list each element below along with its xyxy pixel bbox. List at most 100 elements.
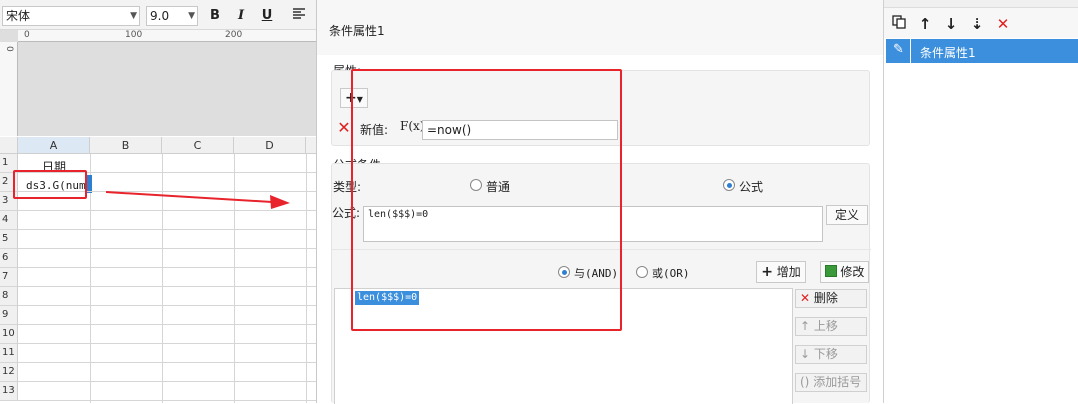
row-header[interactable]: 2: [0, 173, 18, 192]
column-header-a[interactable]: A: [18, 137, 90, 154]
grid-divider: [18, 305, 316, 306]
delete-condition-label: 删除: [813, 291, 838, 305]
chevron-down-icon: ▼: [356, 95, 363, 104]
conditions-toolbar: ↑ ↓ ⇣ ✕: [884, 8, 1078, 38]
logic-option-and[interactable]: 与(AND): [574, 265, 618, 281]
font-name-select[interactable]: 宋体 ▼: [2, 6, 140, 26]
annotation-arrow: [105, 191, 290, 209]
modify-condition-label: 修改: [840, 265, 865, 279]
grid-divider: [18, 381, 316, 382]
logic-radio-or[interactable]: [636, 266, 648, 278]
condition-list-item[interactable]: len($$$)=0: [355, 291, 420, 305]
vertical-ruler: 0: [0, 42, 18, 136]
row-header[interactable]: 12: [0, 363, 18, 382]
add-bracket-button[interactable]: () 添加括号: [795, 373, 867, 392]
new-value-field[interactable]: =now(): [422, 120, 618, 140]
arrow-down-icon: ↓: [800, 347, 811, 361]
row-header[interactable]: 10: [0, 325, 18, 344]
select-all-corner[interactable]: [0, 137, 18, 154]
define-button[interactable]: 定义: [826, 205, 868, 225]
formula-input[interactable]: len($$$)=0: [363, 206, 823, 242]
delete-condition-button[interactable]: ✕ 删除: [795, 289, 867, 308]
grid-divider: [18, 248, 316, 249]
column-header-e[interactable]: [306, 137, 316, 154]
grid-divider: [18, 324, 316, 325]
formula-fx-icon[interactable]: F(x): [400, 119, 424, 133]
dialog-title: 条件属性1: [329, 24, 385, 38]
column-header-c[interactable]: C: [162, 137, 234, 154]
row-header[interactable]: 13: [0, 382, 18, 401]
horizontal-ruler: 0 100 200: [18, 30, 316, 42]
condition-item-label: 条件属性1: [920, 46, 976, 60]
condition-attribute-dialog: 条件属性1 属性: +▼ ✕ 新值: F(x) =now() 公式条件 类型: …: [316, 0, 884, 404]
delete-property-icon[interactable]: ✕: [336, 119, 352, 137]
underline-button[interactable]: U: [258, 7, 276, 25]
bold-button[interactable]: B: [206, 7, 224, 25]
condition-item[interactable]: ✎ 条件属性1: [886, 39, 1078, 63]
condition-list[interactable]: len($$$)=0: [334, 288, 793, 404]
arrow-up-icon[interactable]: ↑: [916, 15, 934, 33]
type-radio-normal[interactable]: [470, 179, 482, 191]
font-name-value: 宋体: [6, 9, 31, 23]
move-down-label: 下移: [813, 347, 838, 361]
italic-button[interactable]: I: [232, 7, 250, 25]
arrow-down-icon[interactable]: ↓: [942, 15, 960, 33]
pencil-icon: ✎: [893, 42, 904, 57]
move-up-button[interactable]: ↑ 上移: [795, 317, 867, 336]
modify-condition-button[interactable]: 修改: [820, 261, 869, 283]
page-preview-area: 0 100 200 0: [0, 30, 316, 136]
row-header[interactable]: 3: [0, 192, 18, 211]
type-option-formula[interactable]: 公式: [739, 178, 763, 195]
align-left-icon[interactable]: [290, 7, 308, 25]
ruler-tick: 100: [125, 30, 143, 40]
logic-option-or[interactable]: 或(OR): [652, 265, 690, 281]
move-up-label: 上移: [813, 319, 838, 333]
arrow-up-icon: ↑: [800, 319, 811, 333]
chevron-down-icon: ▼: [130, 11, 137, 21]
divider: [332, 249, 871, 250]
logic-radio-and[interactable]: [558, 266, 570, 278]
type-label: 类型:: [333, 180, 362, 194]
type-option-normal[interactable]: 普通: [486, 178, 510, 195]
ruler-tick: 200: [225, 30, 243, 40]
row-header[interactable]: 7: [0, 268, 18, 287]
property-group: +▼ ✕ 新值: F(x) =now(): [331, 70, 870, 146]
spreadsheet-area: 宋体 ▼ 9.0 ▼ B I U 0 100 200 0 A B C D 日期 …: [0, 0, 316, 403]
new-value-label: 新值:: [360, 123, 389, 137]
row-header[interactable]: 8: [0, 287, 18, 306]
ruler-tick: 0: [24, 30, 30, 40]
column-header-b[interactable]: B: [90, 137, 162, 154]
dialog-header: 条件属性1: [317, 0, 884, 55]
row-header[interactable]: 1: [0, 154, 18, 173]
row-header[interactable]: 5: [0, 230, 18, 249]
font-size-value: 9.0: [150, 9, 170, 23]
font-size-select[interactable]: 9.0 ▼: [146, 6, 198, 26]
move-bottom-icon[interactable]: ⇣: [968, 15, 986, 33]
add-condition-label: 增加: [776, 265, 801, 279]
column-header-d[interactable]: D: [234, 137, 306, 154]
formula-label: 公式:: [332, 206, 361, 220]
plus-icon: +: [761, 264, 773, 280]
row-header[interactable]: 6: [0, 249, 18, 268]
panel-tabs-strip: [884, 0, 1078, 8]
format-toolbar: 宋体 ▼ 9.0 ▼ B I U: [0, 0, 316, 30]
plus-icon: +: [345, 90, 357, 106]
delete-icon[interactable]: ✕: [994, 15, 1012, 33]
row-header[interactable]: 4: [0, 211, 18, 230]
row-header[interactable]: 11: [0, 344, 18, 363]
add-bracket-label: 添加括号: [813, 375, 862, 389]
grid-divider: [18, 343, 316, 344]
add-property-dropdown[interactable]: +▼: [340, 88, 368, 108]
grid-divider: [18, 362, 316, 363]
grid-divider: [18, 229, 316, 230]
grid-divider: [18, 286, 316, 287]
move-down-button[interactable]: ↓ 下移: [795, 345, 867, 364]
spreadsheet-grid[interactable]: A B C D 日期 ds3.G(num) 1 2 3 4 5 6 7 8 9 10 11 12 13: [0, 137, 316, 403]
delete-icon: ✕: [800, 291, 811, 305]
row-header[interactable]: 9: [0, 306, 18, 325]
formula-condition-group: 类型: 普通 公式 公式: len($$$)=0 定义 与(AND) 或(OR)…: [331, 163, 871, 404]
ruler-tick: 0: [4, 46, 14, 52]
copy-icon[interactable]: [890, 15, 908, 33]
add-condition-button[interactable]: + 增加: [756, 261, 806, 283]
type-radio-formula[interactable]: [723, 179, 735, 191]
